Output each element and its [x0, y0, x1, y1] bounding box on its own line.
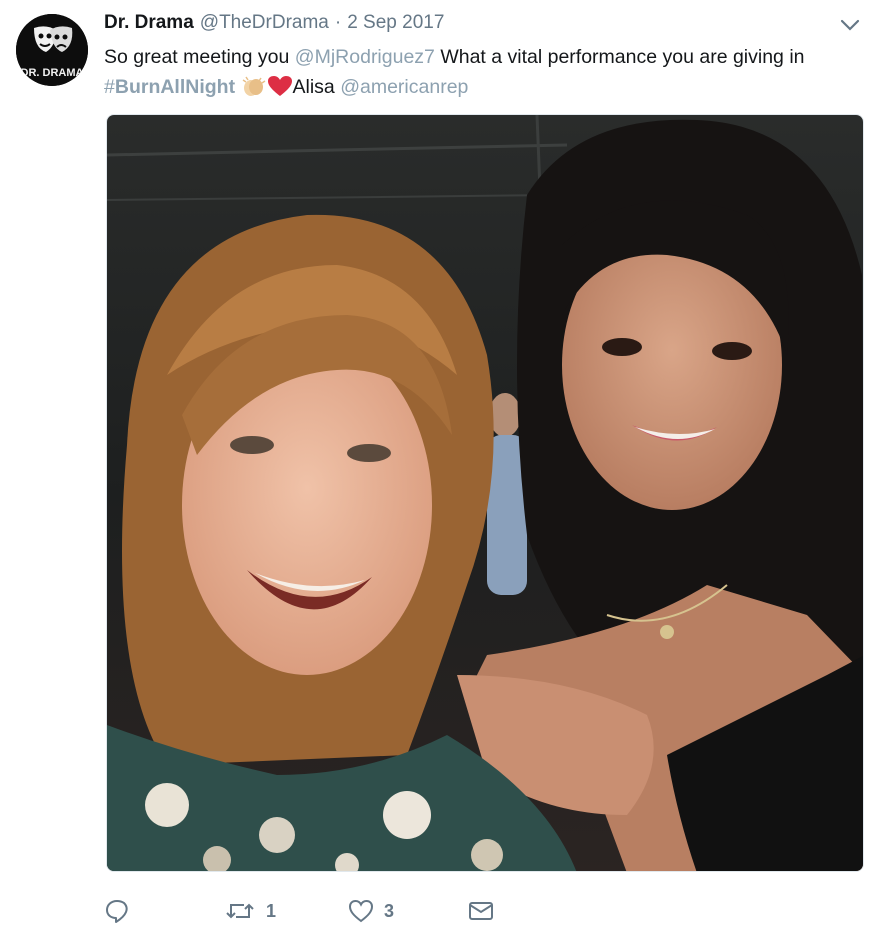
tweet-text-part: Alisa: [292, 76, 341, 98]
heart-icon: [348, 899, 374, 923]
tweet-header: Dr. Drama @TheDrDrama · 2 Sep 2017: [104, 12, 444, 38]
avatar[interactable]: DR. DRAMA: [16, 14, 88, 86]
clapping-hands-icon: [241, 75, 267, 97]
theatre-masks-icon: DR. DRAMA: [16, 14, 88, 86]
like-count: 3: [384, 900, 395, 921]
envelope-icon: [469, 902, 493, 920]
tweet-text: So great meeting you @MjRodriguez7 What …: [104, 42, 864, 102]
tweet-actions: 1 3: [104, 896, 524, 926]
hashtag-symbol: #: [104, 76, 115, 98]
hashtag-word: BurnAllNight: [114, 76, 236, 98]
mention-link[interactable]: @americanrep: [340, 76, 468, 98]
tweet-photo[interactable]: [106, 114, 864, 872]
hashtag-link[interactable]: #BurnAllNight: [104, 76, 235, 98]
direct-message-button[interactable]: [468, 896, 494, 926]
avatar-text: DR. DRAMA: [21, 67, 84, 79]
retweet-button[interactable]: 1: [224, 896, 276, 926]
red-heart-icon: [267, 75, 293, 97]
retweet-count: 1: [266, 900, 277, 921]
tweet-text-part: So great meeting you: [104, 46, 295, 68]
more-options-chevron-down-icon[interactable]: [838, 14, 862, 36]
tweet-text-part: What a vital performance you are giving …: [434, 46, 805, 68]
reply-button[interactable]: [104, 896, 140, 926]
author-handle[interactable]: @TheDrDrama: [200, 12, 329, 34]
mention-link[interactable]: @MjRodriguez7: [295, 46, 435, 68]
retweet-icon: [226, 903, 254, 919]
author-name[interactable]: Dr. Drama: [104, 12, 194, 34]
header-separator: ·: [334, 12, 342, 33]
like-button[interactable]: 3: [348, 896, 394, 926]
reply-icon: [106, 900, 128, 923]
selfie-photo-image: [107, 115, 863, 871]
tweet-date[interactable]: 2 Sep 2017: [347, 12, 444, 34]
